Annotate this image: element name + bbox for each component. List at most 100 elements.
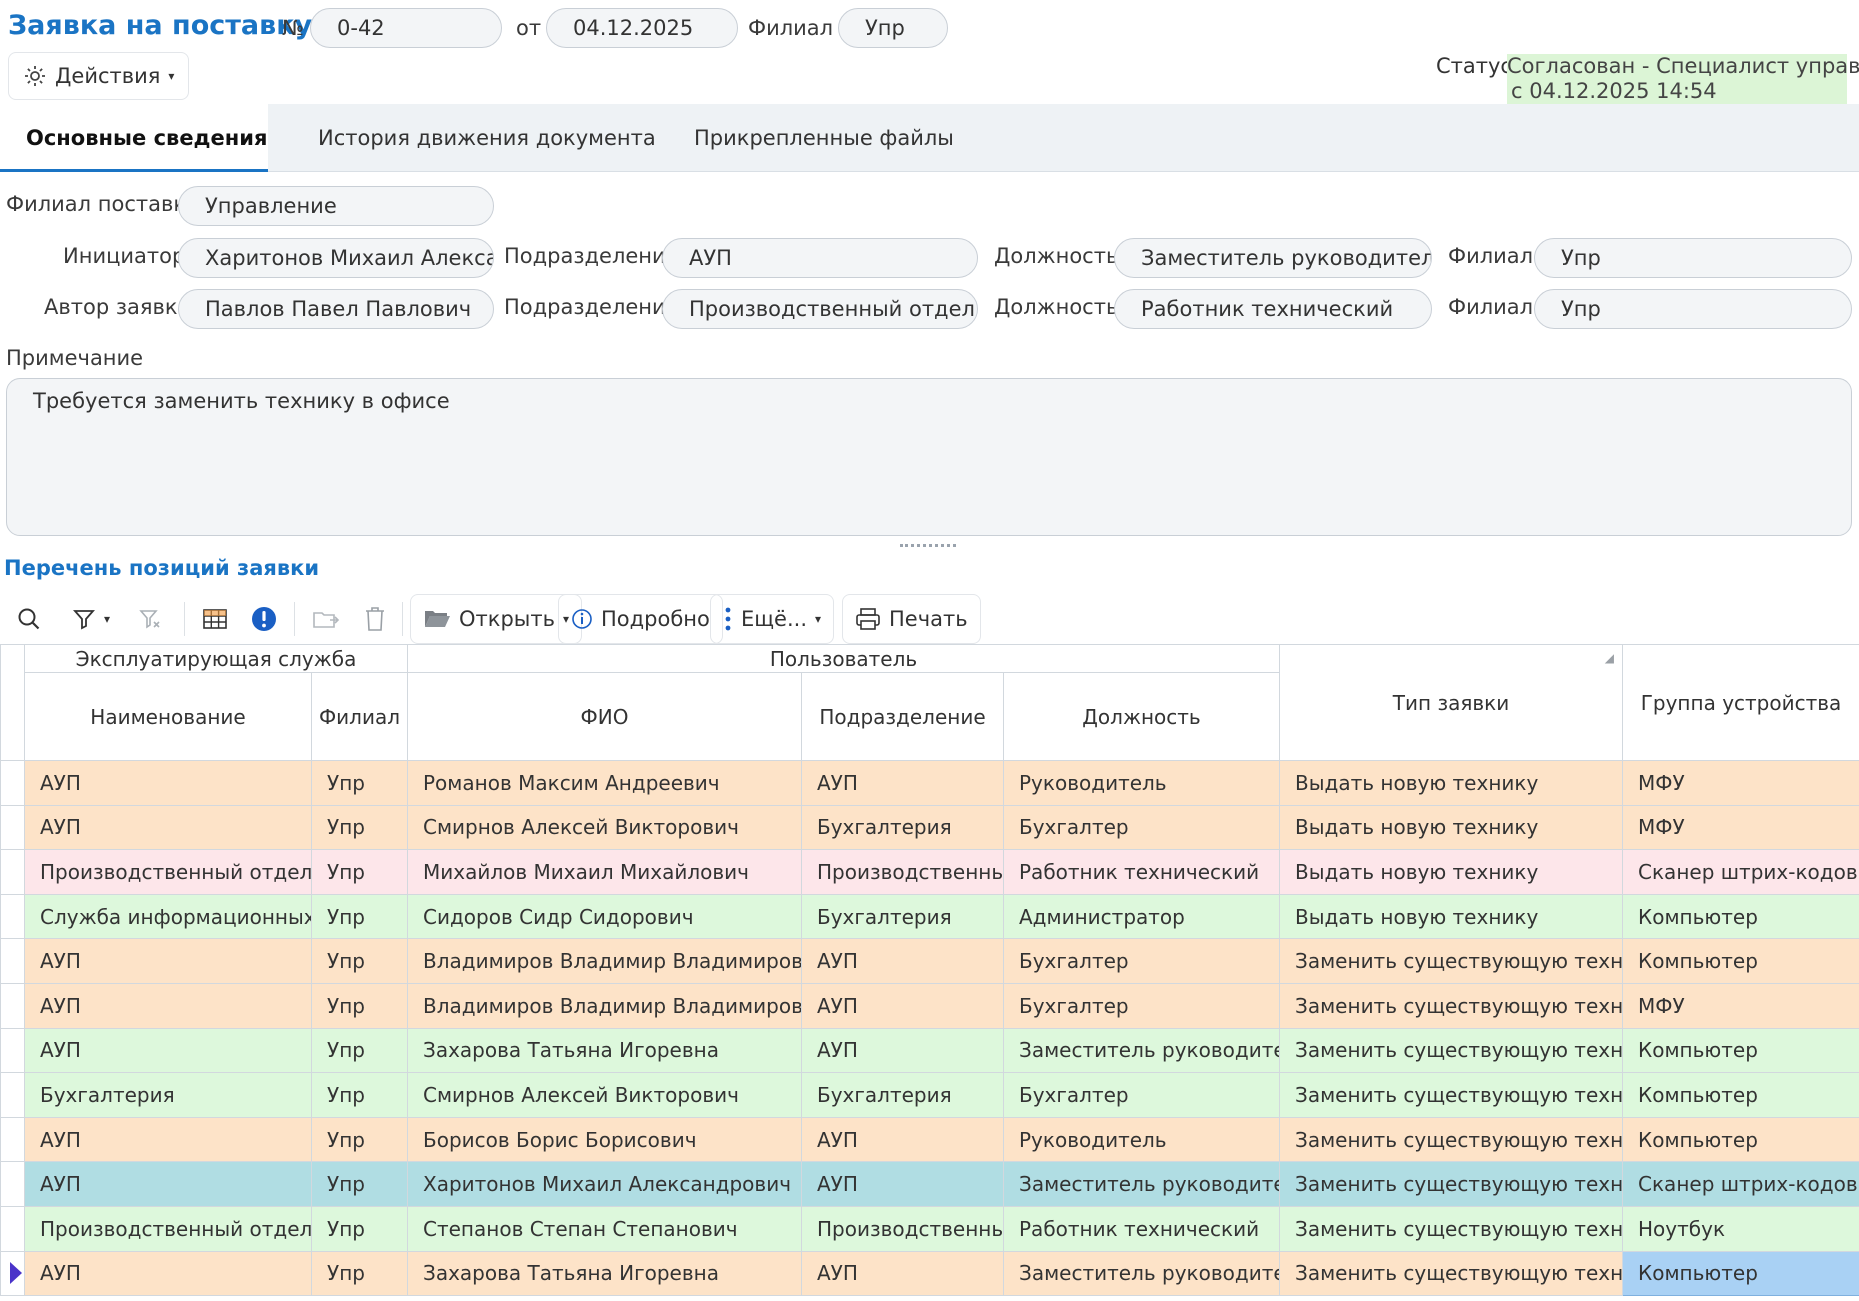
cell-name[interactable]: Производственный отдел [24,849,312,895]
panel-splitter[interactable] [900,544,956,550]
cell-fio[interactable]: Смирнов Алексей Викторович [407,1072,802,1118]
cell-position[interactable]: Администратор [1002,893,1281,940]
cell-branch[interactable]: Упр [311,760,408,806]
table-row[interactable]: АУП Упр Романов Максим Андреевич АУП Руковод… [0,760,1859,806]
header-branch-field[interactable]: Упр [838,8,948,48]
cell-position[interactable]: Работник технический [1002,849,1281,895]
cell-branch[interactable]: Упр [311,893,408,940]
cell-name[interactable]: АУП [24,982,312,1029]
cell-device-group[interactable]: Компьютер [1622,893,1859,940]
author-field[interactable]: Павлов Павел Павлович [178,289,494,329]
table-row[interactable]: АУП Упр Владимиров Владимир Владимироваич А… [0,938,1859,984]
cell-dept[interactable]: Бухгалтерия [801,804,1004,851]
column-header-branch[interactable]: Филиал [311,672,408,761]
cell-fio[interactable]: Захарова Татьяна Игоревна [407,1027,802,1074]
cell-branch[interactable]: Упр [311,1161,408,1207]
author-branch-field[interactable]: Упр [1534,289,1852,329]
cell-request-type[interactable]: Заменить существующую технику [1279,1205,1624,1252]
tab-document-history[interactable]: История движения документа [292,104,682,172]
row-indicator[interactable] [0,938,25,984]
cell-fio[interactable]: Захарова Татьяна Игоревна [407,1250,802,1297]
cell-request-type[interactable]: Заменить существующую технику [1279,982,1624,1029]
row-indicator[interactable] [0,804,25,851]
table-row[interactable]: АУП Упр Борисов Борис Борисович АУП Руководи… [0,1116,1859,1163]
table-row[interactable]: Производственный отдел Упр Михайлов Михаил… [0,849,1859,895]
cell-position[interactable]: Руководитель [1002,1116,1281,1163]
cell-position[interactable]: Заместитель руководителя [1002,1161,1281,1207]
column-header-fio[interactable]: ФИО [407,672,802,761]
cell-position[interactable]: Бухгалтер [1002,804,1281,851]
cell-name[interactable]: АУП [24,804,312,851]
cell-request-type[interactable]: Выдать новую технику [1279,849,1624,895]
cell-device-group[interactable]: МФУ [1622,982,1859,1029]
cell-fio[interactable]: Владимиров Владимир Владимироваич [407,982,802,1029]
document-number-field[interactable]: 0-42 [310,8,502,48]
cell-position[interactable]: Руководитель [1002,760,1281,806]
table-row[interactable]: АУП Упр Захарова Татьяна Игоревна АУП Замест… [0,1250,1859,1297]
cell-branch[interactable]: Упр [311,1116,408,1163]
column-header-dept[interactable]: Подразделение [801,672,1004,761]
info-alert-button[interactable] [238,594,290,644]
cell-dept[interactable]: АУП [801,982,1004,1029]
initiator-field[interactable]: Харитонов Михаил Александр [178,238,494,278]
cell-position[interactable]: Заместитель руководителя [1002,1250,1281,1297]
cell-branch[interactable]: Упр [311,938,408,984]
author-dept-field[interactable]: Производственный отдел 2 [662,289,978,329]
cell-position[interactable]: Бухгалтер [1002,938,1281,984]
cell-device-group[interactable]: Компьютер [1622,1116,1859,1163]
cell-position[interactable]: Бухгалтер [1002,1072,1281,1118]
row-indicator[interactable] [0,1161,25,1207]
note-textarea[interactable]: Требуется заменить технику в офисе [6,378,1852,536]
column-header-position[interactable]: Должность [1002,672,1281,761]
cell-dept[interactable]: Производственный [801,849,1004,895]
cell-branch[interactable]: Упр [311,1027,408,1074]
columns-button[interactable] [190,594,240,644]
table-row[interactable]: Производственный отдел 1 Упр Степанов Степ… [0,1205,1859,1252]
supply-branch-field[interactable]: Управление [178,186,494,226]
table-row[interactable]: АУП Упр Смирнов Алексей Викторович Бухгалте… [0,804,1859,851]
table-row[interactable]: Бухгалтерия Упр Смирнов Алексей Викторович… [0,1072,1859,1118]
cell-dept[interactable]: АУП [801,938,1004,984]
cell-dept[interactable]: АУП [801,1161,1004,1207]
cell-device-group[interactable]: МФУ [1622,760,1859,806]
cell-fio[interactable]: Степанов Степан Степанович [407,1205,802,1252]
row-indicator[interactable] [0,1027,25,1074]
row-indicator[interactable] [0,893,25,940]
column-header-device-group[interactable]: Группа устройства [1622,644,1859,761]
cell-branch[interactable]: Упр [311,849,408,895]
cell-fio[interactable]: Владимиров Владимир Владимироваич [407,938,802,984]
cell-request-type[interactable]: Заменить существующую технику [1279,1027,1624,1074]
row-indicator[interactable] [0,1250,25,1297]
actions-menu-button[interactable]: Действия ▾ [8,52,190,100]
cell-name[interactable]: АУП [24,1250,312,1297]
tab-main-info[interactable]: Основные сведения [0,104,268,172]
cell-fio[interactable]: Михайлов Михаил Михайлович [407,849,802,895]
cell-fio[interactable]: Смирнов Алексей Викторович [407,804,802,851]
search-button[interactable] [4,594,54,644]
cell-request-type[interactable]: Выдать новую технику [1279,893,1624,940]
cell-position[interactable]: Работник технический [1002,1205,1281,1252]
print-button[interactable]: Печать [842,594,981,644]
cell-device-group[interactable]: Сканер штрих-кодов [1622,1161,1859,1207]
more-button[interactable]: Ещё... ▾ [710,594,835,644]
cell-fio[interactable]: Харитонов Михаил Александрович [407,1161,802,1207]
cell-name[interactable]: Бухгалтерия [24,1072,312,1118]
details-button[interactable]: Подробно [558,594,723,644]
cell-name[interactable]: Производственный отдел 1 [24,1205,312,1252]
cell-name[interactable]: АУП [24,1027,312,1074]
cell-device-group[interactable]: Компьютер [1622,938,1859,984]
initiator-position-field[interactable]: Заместитель руководителя [1114,238,1432,278]
cell-request-type[interactable]: Заменить существующую технику [1279,1161,1624,1207]
delete-button[interactable] [352,594,398,644]
tab-attached-files[interactable]: Прикрепленные файлы [668,104,980,172]
cell-request-type[interactable]: Заменить существующую технику [1279,1072,1624,1118]
cell-branch[interactable]: Упр [311,804,408,851]
column-header-name[interactable]: Наименование [24,672,312,761]
cell-dept[interactable]: АУП [801,1116,1004,1163]
cell-branch[interactable]: Упр [311,982,408,1029]
cell-name[interactable]: АУП [24,760,312,806]
row-indicator[interactable] [0,849,25,895]
cell-position[interactable]: Заместитель руководителя [1002,1027,1281,1074]
cell-position[interactable]: Бухгалтер [1002,982,1281,1029]
cell-device-group[interactable]: Сканер штрих-кодов [1622,849,1859,895]
